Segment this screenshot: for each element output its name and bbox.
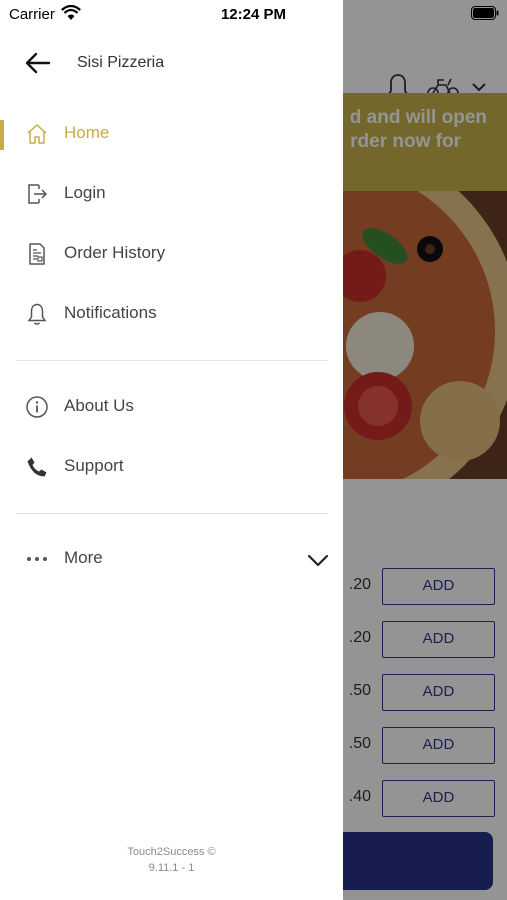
- menu-item-label: About Us: [64, 396, 134, 415]
- footer-version: 9.11.1 - 1: [148, 862, 195, 874]
- footer-brand: Touch2Success ©: [127, 846, 216, 858]
- menu-divider: [16, 513, 328, 514]
- battery-icon: [471, 6, 499, 20]
- menu-item-label: Support: [64, 456, 124, 475]
- phone-icon: [27, 457, 47, 477]
- more-dots-icon: [27, 557, 47, 561]
- menu-item-login[interactable]: Login: [0, 168, 343, 220]
- menu-item-order-history[interactable]: Order History: [0, 228, 343, 280]
- menu-item-notifications[interactable]: Notifications: [0, 288, 343, 340]
- menu-item-label: More: [64, 548, 103, 567]
- menu-item-support[interactable]: Support: [0, 441, 343, 493]
- info-icon: [26, 396, 48, 418]
- chevron-down-icon[interactable]: [306, 551, 330, 569]
- order-history-icon: [29, 243, 45, 265]
- menu-item-label: Home: [64, 123, 110, 142]
- status-bar: Carrier 12:24 PM: [0, 0, 507, 28]
- status-time: 12:24 PM: [220, 6, 287, 23]
- menu-item-more[interactable]: More: [0, 533, 343, 585]
- bell-icon: [27, 303, 47, 325]
- menu-item-label: Notifications: [64, 303, 157, 322]
- menu-item-about-us[interactable]: About Us: [0, 381, 343, 433]
- navigation-drawer: Sisi Pizzeria Home Login Order History N…: [0, 0, 343, 900]
- menu-item-home[interactable]: Home: [0, 108, 343, 160]
- home-icon: [27, 124, 47, 144]
- restaurant-name: Sisi Pizzeria: [77, 54, 165, 71]
- menu-item-label: Order History: [64, 243, 166, 262]
- login-icon: [28, 184, 48, 204]
- menu-divider: [16, 360, 328, 361]
- back-arrow-icon[interactable]: [24, 51, 52, 75]
- menu-item-label: Login: [64, 183, 106, 202]
- drawer-header: Sisi Pizzeria: [0, 28, 343, 98]
